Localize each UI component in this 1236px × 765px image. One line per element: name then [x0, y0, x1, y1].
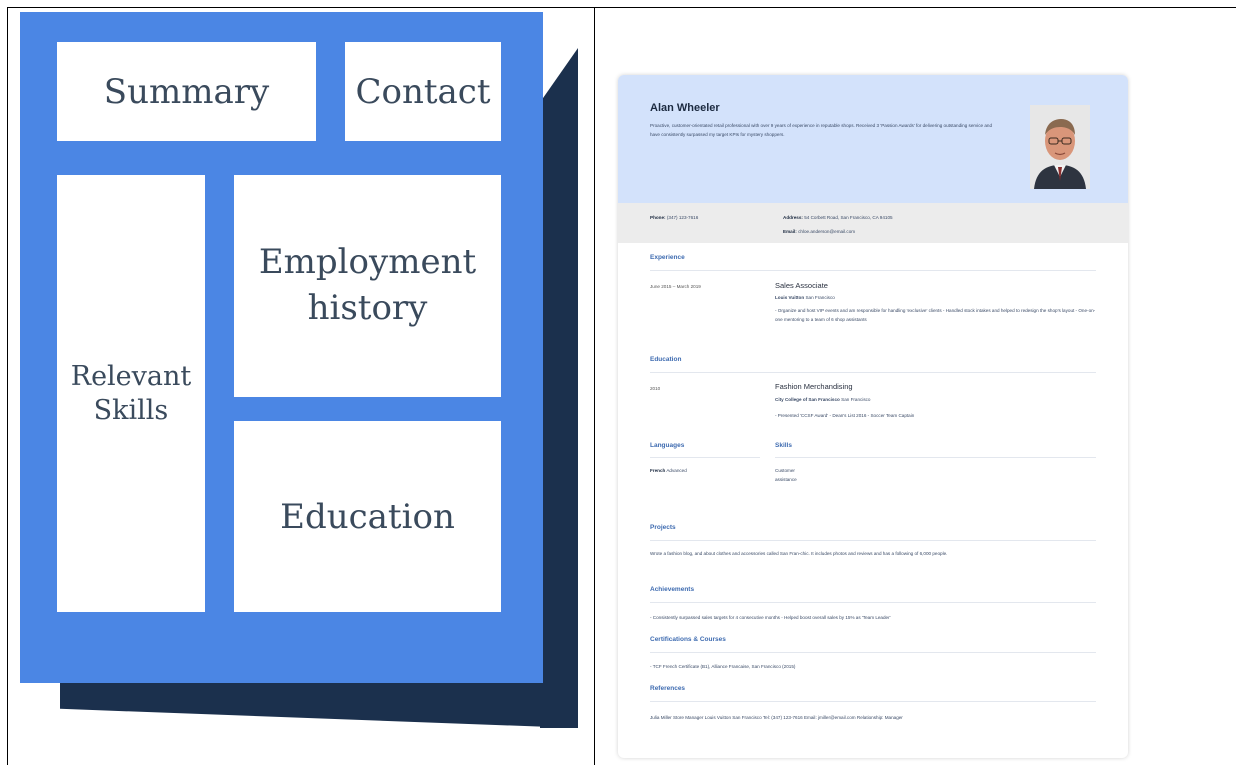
divider [650, 457, 760, 458]
section-achievements: Achievements [650, 586, 695, 593]
section-experience: Experience [650, 254, 685, 261]
section-projects: Projects [650, 524, 676, 531]
divider [650, 701, 1096, 702]
summary-block: Summary [57, 42, 316, 141]
experience-description: - Organize and host VIP events and am re… [775, 308, 1096, 322]
certifications-text: - TCF French Certificate (B1), Alliance … [650, 664, 796, 669]
divider [650, 602, 1096, 603]
section-references: References [650, 685, 686, 692]
references-text: Julia Miller Store Manager Louis Vuitton… [650, 715, 903, 720]
divider [650, 652, 1096, 653]
education-school-line: City College of San Francisco San Franci… [775, 397, 871, 402]
education-block: Education [234, 421, 501, 612]
section-skills: Skills [775, 442, 792, 449]
projects-text: Wrote a fashion blog, and about clothes … [650, 551, 948, 556]
divider [650, 540, 1096, 541]
divider [775, 457, 1096, 458]
experience-dates: June 2015 – March 2019 [650, 284, 701, 289]
resume-summary: Proactive, customer-orientated retail pr… [650, 123, 993, 137]
skill-item: Customer assistance [775, 468, 797, 482]
portrait-image [1030, 105, 1090, 189]
phone-line: Phone: (347) 123-7616 [650, 215, 699, 220]
employment-history-block: Employment history [234, 175, 501, 397]
relevant-skills-block: Relevant Skills [57, 175, 205, 612]
language-item: French Advanced [650, 468, 687, 473]
education-year: 2010 [650, 386, 661, 391]
education-title: Fashion Merchandising [775, 382, 853, 391]
card-shadow-right [540, 48, 578, 728]
email-line: Email: chloe.anderson@email.com [783, 229, 856, 234]
experience-title: Sales Associate [775, 281, 828, 290]
card-shadow-bottom [60, 680, 578, 728]
contact-bar [618, 203, 1128, 243]
section-certifications: Certifications & Courses [650, 636, 726, 643]
section-education: Education [650, 356, 682, 363]
education-description: - Presented 'CCSF Award' - Dean's List 2… [775, 413, 915, 418]
experience-company-line: Louis Vuitton San Francisco [775, 295, 835, 300]
resume-name: Alan Wheeler [650, 102, 720, 114]
address-line: Address: 54 Corbett Road, San Francisco,… [783, 215, 893, 220]
divider [650, 372, 1096, 373]
contact-block: Contact [345, 42, 501, 141]
section-languages: Languages [650, 442, 685, 449]
profile-photo [1030, 105, 1090, 189]
resume-preview: Alan Wheeler Proactive, customer-orienta… [618, 75, 1128, 758]
achievements-text: - Consistently surpassed sales targets f… [650, 615, 891, 620]
table-border-middle [594, 7, 595, 765]
divider [650, 270, 1096, 271]
resume-layout-diagram: Summary Contact Relevant Skills Employme… [0, 0, 594, 765]
